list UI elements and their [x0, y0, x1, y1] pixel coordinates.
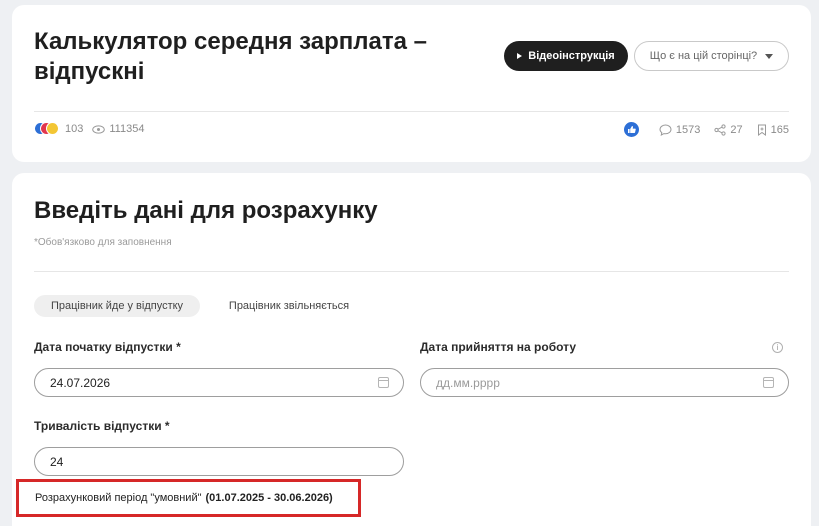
stats-right: 1573 27 165 [623, 122, 789, 137]
tab-employee-vacation[interactable]: Працівник йде у відпустку [34, 295, 200, 317]
reactions-icon[interactable] [34, 122, 60, 136]
tab-employee-dismissal[interactable]: Працівник звільняється [219, 295, 359, 317]
stats-left: 103 111354 [34, 122, 144, 136]
comment-icon [659, 123, 672, 136]
page-help-label: Що є на цій сторінці? [649, 50, 758, 62]
vacation-start-value: 24.07.2026 [50, 375, 111, 390]
share-stat[interactable]: 27 [714, 123, 743, 136]
calculation-period-highlight: Розрахунковий період "умовний" (01.07.20… [16, 479, 361, 517]
duration-input[interactable]: 24 [34, 447, 404, 476]
form-title: Введіть дані для розрахунку [34, 197, 378, 224]
duration-label: Тривалість відпустки * [34, 419, 170, 433]
calculator-form-card: Введіть дані для розрахунку *Обов'язково… [12, 173, 811, 526]
comments-stat[interactable]: 1573 [659, 124, 700, 136]
shares-count: 27 [730, 123, 743, 136]
reactions-count: 103 [65, 123, 84, 135]
vacation-start-label: Дата початку відпустки * [34, 340, 181, 354]
hire-date-input[interactable]: дд.мм.рррр [420, 368, 789, 397]
views-count: 111354 [109, 123, 145, 135]
duration-value: 24 [50, 454, 64, 469]
like-button[interactable] [623, 122, 639, 137]
calculation-period-range: (01.07.2025 - 30.06.2026) [205, 492, 333, 504]
header-divider [34, 111, 789, 112]
page-title: Калькулятор середня зарплата – відпускні [34, 28, 427, 85]
video-instruction-button[interactable]: Відеоінструкція [504, 41, 628, 71]
video-instruction-label: Відеоінструкція [528, 50, 615, 62]
share-icon [714, 123, 726, 136]
form-divider [34, 271, 789, 272]
play-icon [517, 53, 523, 59]
required-note: *Обов'язково для заповнення [34, 237, 172, 248]
thumbs-up-icon [627, 126, 636, 133]
calendar-icon[interactable] [763, 377, 774, 388]
eye-icon [92, 124, 106, 134]
hire-date-placeholder: дд.мм.рррр [436, 375, 500, 390]
calculation-period-label: Розрахунковий період "умовний" [35, 492, 202, 504]
vacation-start-input[interactable]: 24.07.2026 [34, 368, 404, 397]
bookmarks-count: 165 [770, 123, 789, 136]
bookmark-stat[interactable]: 165 [757, 124, 789, 136]
page-help-dropdown[interactable]: Що є на цій сторінці? [634, 41, 789, 71]
info-icon[interactable]: i [772, 342, 783, 353]
chevron-down-icon [765, 53, 774, 59]
article-header-card: Калькулятор середня зарплата – відпускні… [12, 5, 811, 162]
calendar-icon[interactable] [378, 377, 389, 388]
bookmark-icon [757, 124, 766, 136]
comments-count: 1573 [675, 123, 701, 136]
hire-date-label: Дата прийняття на роботу [420, 340, 576, 354]
